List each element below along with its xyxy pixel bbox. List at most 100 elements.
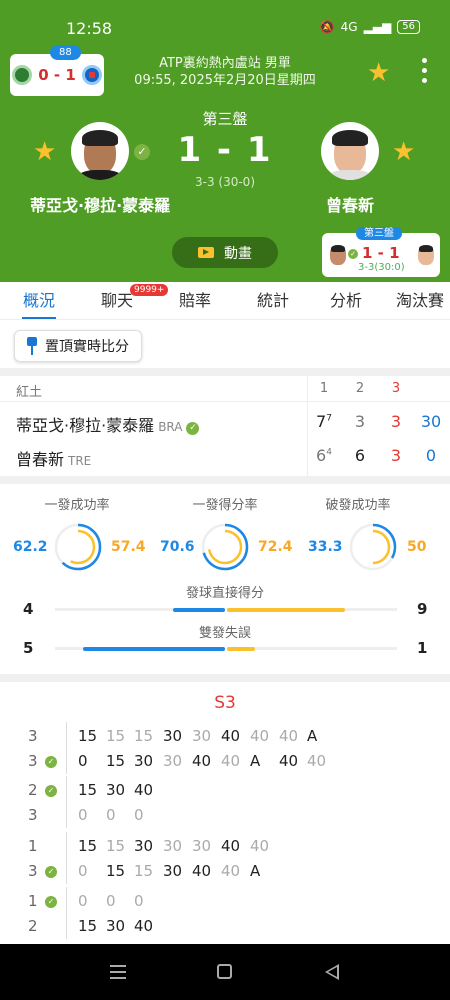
stat-bar-title: 發球直接得分 xyxy=(185,586,264,601)
point-by-point: S3 3 15 15 15 30 30 40 40 40 A 3 ✓ 0 15 30 30 40 40 A 40 40 2… xyxy=(0,686,450,944)
section-divider xyxy=(0,674,450,682)
point-score: 40 xyxy=(192,862,212,880)
favorite-match-star-icon[interactable]: ★ xyxy=(367,60,390,86)
set-games: 7 xyxy=(316,412,327,431)
point-score: 40 xyxy=(250,727,270,745)
live-score-card[interactable]: 第三盤 ✓ 1 - 1 3-3(30:0) xyxy=(322,227,440,277)
match-info: ATP裏約熱內盧站 男單 09:55, 2025年2月20日星期四 xyxy=(110,55,340,89)
set2-score: 3 xyxy=(354,412,366,431)
tab-odds[interactable]: 賠率 xyxy=(156,282,234,319)
point-score: A xyxy=(250,862,261,880)
stat-bar-player2-fill xyxy=(227,647,256,651)
game-point-row: 3000 xyxy=(0,803,450,830)
point-score: 30 xyxy=(163,727,183,745)
point-score: 15 xyxy=(106,727,126,745)
serving-indicator-icon: ✓ xyxy=(134,144,150,160)
tab-knockout[interactable]: 淘汰賽 xyxy=(380,282,450,319)
game-point-row: 3 ✓ 0 15 15 30 40 40 A xyxy=(0,859,450,886)
animation-button[interactable]: 動畫 xyxy=(172,237,278,268)
gauge-player2-arc xyxy=(207,529,243,565)
scoreboard-row-player2[interactable]: 曾春新 TRE 64 6 3 0 xyxy=(0,440,450,472)
country-code: BRA xyxy=(158,420,183,434)
pin-live-score-button[interactable]: 置頂實時比分 xyxy=(14,330,142,362)
games-won: 3 xyxy=(28,806,38,824)
gauge-player2-arc xyxy=(60,529,96,565)
tab-label: 賠率 xyxy=(178,291,211,310)
first-serve-won-gauge xyxy=(201,523,249,571)
live-card-set-badge: 第三盤 xyxy=(356,227,402,240)
tab-label: 聊天 xyxy=(100,291,133,310)
stat-bar-title: 雙發失誤 xyxy=(198,626,251,641)
tab-chat[interactable]: 聊天 9999+ xyxy=(78,282,169,319)
tab-label: 概況 xyxy=(22,291,55,310)
set3-score: 3 xyxy=(390,446,402,465)
more-options-icon[interactable] xyxy=(422,58,428,88)
home-icon[interactable] xyxy=(217,964,232,979)
signal-icon: ▂▄▆ xyxy=(363,20,392,34)
gauge-player2-value: 72.4 xyxy=(258,539,293,555)
point-score: 30 xyxy=(106,917,126,935)
pin-icon xyxy=(25,337,39,355)
game-point-row: 3 15 15 15 30 30 40 40 40 A xyxy=(0,724,450,751)
point-score: 15 xyxy=(134,727,154,745)
point-score: 0 xyxy=(78,862,88,880)
point-score: 0 xyxy=(134,806,144,824)
live-card-player1-avatar xyxy=(330,245,346,265)
point-score: 40 xyxy=(221,862,241,880)
match-datetime: 09:55, 2025年2月20日星期四 xyxy=(134,73,316,88)
team-b-logo-icon xyxy=(81,65,102,85)
network-label: 4G xyxy=(340,20,358,34)
games-won: 1 xyxy=(28,892,38,910)
tab-stats[interactable]: 統計 xyxy=(234,282,312,319)
section-divider xyxy=(0,476,450,484)
player2-avatar[interactable] xyxy=(321,122,379,180)
point-score: 30 xyxy=(192,837,212,855)
point-score: 40 xyxy=(279,727,299,745)
tab-overview[interactable]: 概況 xyxy=(0,282,78,319)
tournament-name: ATP裏約熱內盧站 男單 xyxy=(159,56,291,71)
stat-bar-player2-value: 9 xyxy=(417,600,428,618)
point-score: 30 xyxy=(134,752,154,770)
point-score: 40 xyxy=(134,781,154,799)
game-point-row: 2 15 30 40 xyxy=(0,914,450,941)
scoreboard-header: 紅土 1 2 3 xyxy=(0,376,450,402)
player2-name[interactable]: 曾春新 xyxy=(326,192,374,216)
live-card-score: 1 - 1 xyxy=(362,244,400,262)
current-points: 0 xyxy=(425,446,437,465)
section-divider xyxy=(0,368,450,376)
court-surface: 紅土 xyxy=(16,385,43,400)
back-icon[interactable] xyxy=(325,964,339,980)
gauge-player2-arc xyxy=(355,529,391,565)
stat-bar-player1-fill xyxy=(83,647,225,651)
system-nav-bar xyxy=(0,944,450,1000)
set2-score: 6 xyxy=(354,446,366,465)
favorite-player1-star-icon[interactable]: ★ xyxy=(33,139,56,165)
battery-icon: 56 xyxy=(397,20,420,34)
player1-name[interactable]: 蒂亞戈·穆拉·蒙泰羅 xyxy=(30,192,170,216)
set3-score: 3 xyxy=(390,412,402,431)
point-score: 0 xyxy=(78,892,88,910)
point-score: 15 xyxy=(78,837,98,855)
point-score: 15 xyxy=(78,917,98,935)
games-won: 3 xyxy=(28,727,38,745)
break-point-conversion-gauge xyxy=(349,523,397,571)
stat-bar-player1-value: 5 xyxy=(23,639,34,657)
point-score: 15 xyxy=(106,862,126,880)
player1-shirt xyxy=(77,170,123,180)
point-score: 0 xyxy=(134,892,144,910)
point-score: 40 xyxy=(221,752,241,770)
game-score: 3-3 (30-0) xyxy=(194,175,255,189)
player1-avatar[interactable] xyxy=(71,122,129,180)
point-score: 40 xyxy=(221,837,241,855)
tab-analysis[interactable]: 分析 xyxy=(312,282,380,319)
mini-score-widget[interactable]: 88 0 - 1 xyxy=(10,45,104,96)
player2-shirt xyxy=(327,170,373,180)
gauge-player2-value: 57.4 xyxy=(111,539,146,555)
favorite-player2-star-icon[interactable]: ★ xyxy=(392,139,415,165)
server-check-icon: ✓ xyxy=(45,866,57,878)
recent-apps-icon[interactable] xyxy=(110,965,126,979)
scoreboard-row-player1[interactable]: 蒂亞戈·穆拉·蒙泰羅 BRA ✓ 77 3 3 30 xyxy=(0,406,450,438)
status-time: 12:58 xyxy=(66,19,113,38)
games-won: 3 xyxy=(28,752,38,770)
mute-icon: 🔕 xyxy=(319,20,335,34)
